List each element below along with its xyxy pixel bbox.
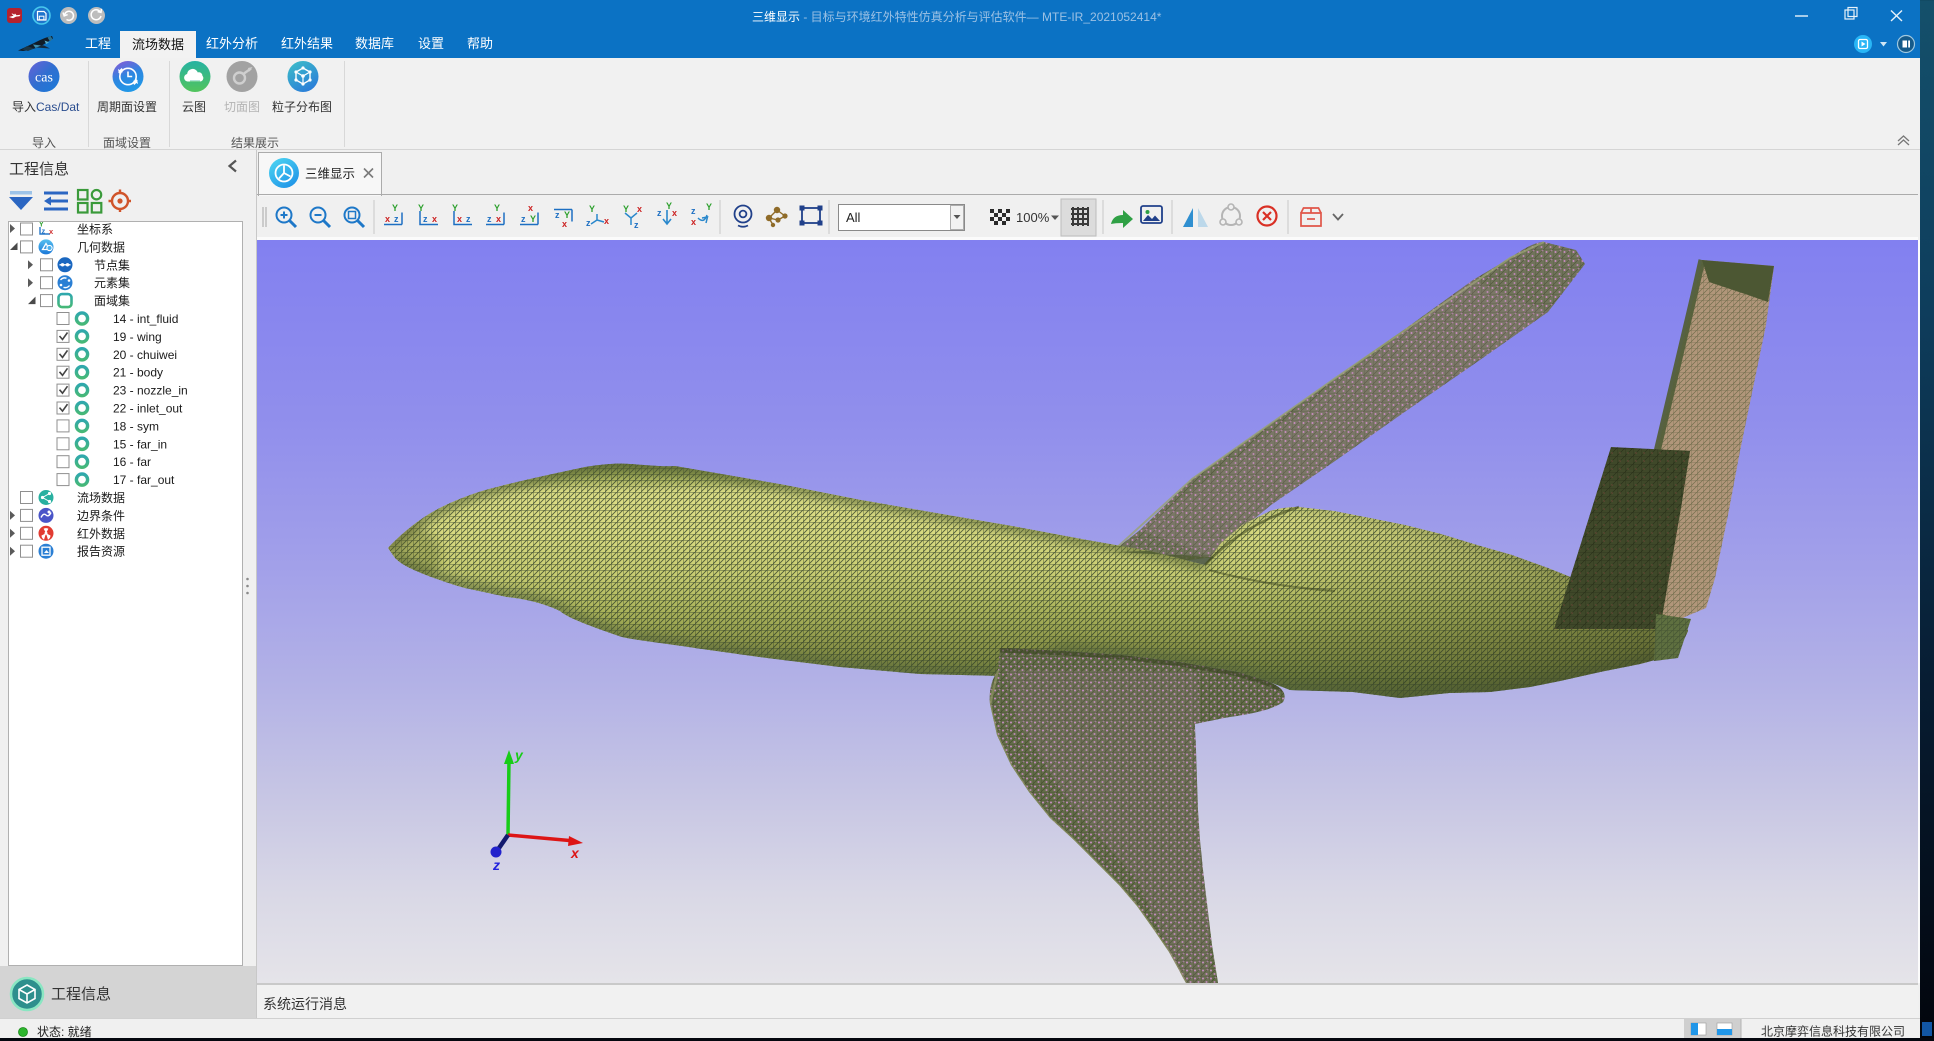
svg-text:z: z xyxy=(466,214,471,224)
svg-text:x: x xyxy=(604,216,609,226)
svg-text:Y: Y xyxy=(706,202,712,212)
svg-text:z: z xyxy=(634,220,639,230)
svg-text:工程信息: 工程信息 xyxy=(51,986,111,1003)
svg-text:Y: Y xyxy=(494,203,500,213)
svg-text:x: x xyxy=(672,208,677,218)
svg-text:x: x xyxy=(457,214,462,224)
svg-text:z: z xyxy=(487,214,492,224)
svg-text:x: x xyxy=(562,219,567,229)
svg-text:15 - far_in: 15 - far_in xyxy=(113,437,167,451)
svg-text:y: y xyxy=(514,747,524,763)
svg-text:18 - sym: 18 - sym xyxy=(113,419,159,433)
svg-text:z: z xyxy=(394,214,399,224)
svg-text:Y: Y xyxy=(392,203,398,213)
svg-text:14 - int_fluid: 14 - int_fluid xyxy=(113,312,178,326)
svg-text:x: x xyxy=(496,214,501,224)
svg-text:16 - far: 16 - far xyxy=(113,455,151,469)
svg-text:x: x xyxy=(570,845,580,861)
svg-text:Y: Y xyxy=(452,203,458,213)
svg-text:23 - nozzle_in: 23 - nozzle_in xyxy=(113,384,188,398)
svg-text:x: x xyxy=(637,204,642,214)
svg-text:z: z xyxy=(691,206,696,216)
svg-text:21 - body: 21 - body xyxy=(113,366,163,380)
svg-text:z: z xyxy=(586,218,591,228)
svg-text:流场数据: 流场数据 xyxy=(77,490,125,505)
svg-text:Y: Y xyxy=(666,201,672,211)
svg-text:Y: Y xyxy=(418,203,424,213)
svg-text:22 - inlet_out: 22 - inlet_out xyxy=(113,402,183,416)
svg-text:z: z xyxy=(42,227,46,236)
svg-text:红外数据: 红外数据 xyxy=(77,526,125,541)
svg-text:19 - wing: 19 - wing xyxy=(113,330,162,344)
svg-text:cas: cas xyxy=(35,71,53,86)
svg-text:x: x xyxy=(691,217,696,227)
svg-text:17 - far_out: 17 - far_out xyxy=(113,473,175,487)
svg-text:三维显示: 三维显示 xyxy=(305,167,355,181)
svg-text:北京摩弈信息科技有限公司: 北京摩弈信息科技有限公司 xyxy=(1761,1024,1905,1039)
svg-text:All: All xyxy=(846,210,861,225)
svg-text:z: z xyxy=(423,214,428,224)
svg-text:Y: Y xyxy=(589,204,595,214)
svg-text:Y: Y xyxy=(623,204,629,214)
svg-text:Y: Y xyxy=(530,214,536,224)
svg-text:x: x xyxy=(49,227,54,236)
svg-text:z: z xyxy=(555,210,560,220)
svg-text:x: x xyxy=(385,214,390,224)
svg-text:状态: 就绪: 状态: 就绪 xyxy=(37,1025,92,1039)
svg-text:面域集: 面域集 xyxy=(94,293,130,308)
svg-text:z: z xyxy=(492,857,500,873)
svg-text:报告资源: 报告资源 xyxy=(77,544,125,559)
svg-text:边界条件: 边界条件 xyxy=(77,509,125,523)
svg-text:20 - chuiwei: 20 - chuiwei xyxy=(113,348,177,362)
svg-text:节点集: 节点集 xyxy=(94,257,130,272)
svg-text:几何数据: 几何数据 xyxy=(77,239,125,254)
svg-text:坐标系: 坐标系 xyxy=(77,223,113,237)
svg-text:元素集: 元素集 xyxy=(94,275,130,290)
svg-text:x: x xyxy=(528,203,533,213)
svg-text:z: z xyxy=(521,214,526,224)
svg-text:z: z xyxy=(657,208,662,218)
svg-text:100%: 100% xyxy=(1016,210,1050,225)
svg-text:x: x xyxy=(432,214,437,224)
